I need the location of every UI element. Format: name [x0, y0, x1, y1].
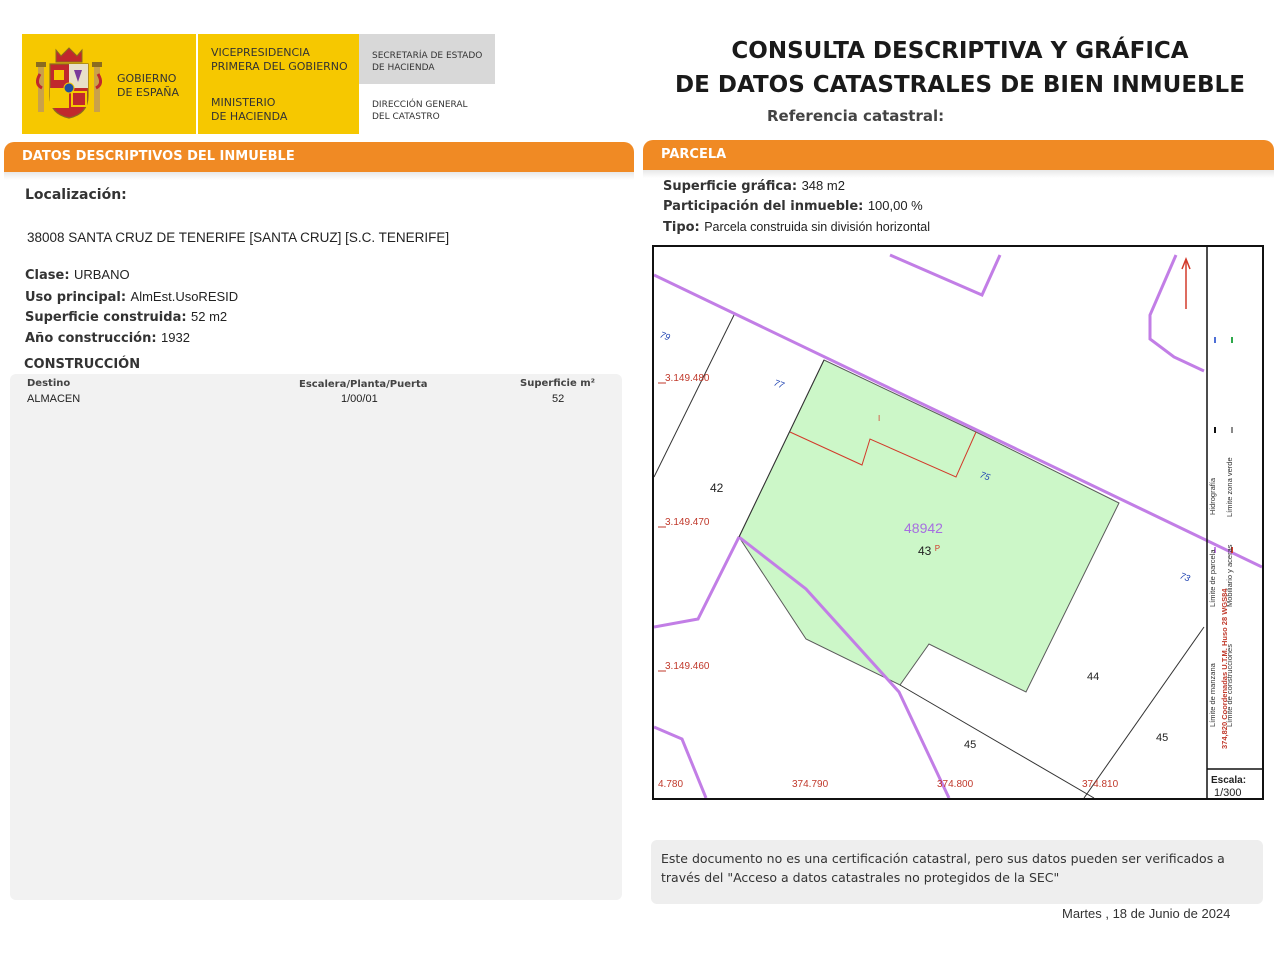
coordinate-system-label: 374,820 Coordenadas U.T.M. Huso 28 WGS84: [1220, 588, 1229, 749]
construction-mark: I: [878, 414, 881, 423]
superficie-grafica-value: 348 m2: [801, 178, 845, 193]
neighbor-44: 44: [1087, 671, 1100, 683]
address-value: 38008 SANTA CRUZ DE TENERIFE [SANTA CRUZ…: [27, 230, 450, 245]
participacion-label: Participación del inmueble:: [663, 199, 864, 214]
tipo-label: Tipo:: [663, 220, 700, 235]
y-coord-2: 3.149.470: [665, 517, 710, 528]
secretaria-text: SECRETARÍA DE ESTADO DE HACIENDA: [372, 51, 483, 73]
superficie-grafica-label: Superficie gráfica:: [663, 179, 798, 194]
direccion-text: DIRECCIÓN GENERAL DEL CATASTRO: [372, 100, 468, 122]
map-legend: Hidrografía Límite zona verde Límite de …: [1178, 247, 1234, 727]
gobierno-text: GOBIERNO DE ESPAÑA: [117, 72, 180, 99]
coat-of-arms-icon: [35, 47, 103, 119]
uso-row: Uso principal: AlmEst.UsoRESID: [25, 288, 238, 306]
anio-label: Año construcción:: [25, 331, 157, 346]
parcel-id-label: 48942: [904, 520, 943, 536]
map-canvas: [654, 247, 1262, 798]
table-header-escalera: Escalera/Planta/Puerta: [299, 379, 428, 390]
vicepresidencia-text: VICEPRESIDENCIA PRIMERA DEL GOBIERNO: [211, 46, 348, 73]
disclaimer-text: Este documento no es una certificación c…: [661, 851, 1225, 885]
tipo-row: Tipo: Parcela construida sin división ho…: [663, 218, 930, 236]
document-title: CONSULTA DESCRIPTIVA Y GRÁFICA DE DATOS …: [675, 38, 1245, 98]
x-coord-4: 374.810: [1082, 779, 1119, 790]
table-header-superficie: Superficie m²: [520, 378, 596, 389]
uso-label: Uso principal:: [25, 290, 127, 305]
legend-zona-verde: Límite zona verde: [1225, 457, 1234, 517]
parcel-number-label: 43 P: [918, 544, 941, 558]
table-row-escalera: 1/00/01: [341, 393, 378, 405]
clase-value: URBANO: [73, 267, 130, 282]
cadastral-map[interactable]: 48942 43 P I 42 44 45 45 79 77 75 73 3.1…: [652, 245, 1264, 800]
neighbor-42: 42: [710, 481, 724, 495]
logo-divider: [196, 34, 198, 134]
table-header-destino: Destino: [27, 378, 71, 389]
anio-row: Año construcción: 1932: [25, 329, 190, 347]
clase-row: Clase: URBANO: [25, 266, 130, 284]
superficie-value: 52 m2: [191, 309, 228, 324]
escala-value: 1/300: [1214, 787, 1242, 799]
uso-value: AlmEst.UsoRESID: [130, 289, 239, 304]
legend-limite-parcela: Límite de parcela: [1208, 549, 1217, 607]
x-coord-2: 374.790: [792, 779, 829, 790]
construccion-title: CONSTRUCCIÓN: [24, 357, 141, 372]
header-shadow: [4, 172, 634, 180]
x-coord-3: 374.800: [937, 779, 974, 790]
datos-descriptivos-header: DATOS DESCRIPTIVOS DEL INMUEBLE: [4, 142, 634, 172]
legend-hidrografia: Hidrografía: [1208, 477, 1217, 515]
tipo-value: Parcela construida sin división horizont…: [704, 220, 931, 234]
y-coord-3: 3.149.460: [665, 661, 710, 672]
superficie-label: Superficie construida:: [25, 310, 187, 325]
y-coord-1: 3.149.480: [665, 373, 710, 384]
neighbor-45a: 45: [964, 739, 977, 751]
clase-label: Clase:: [25, 268, 70, 283]
ministerio-text: MINISTERIO DE HACIENDA: [211, 96, 288, 123]
participacion-value: 100,00 %: [867, 198, 923, 213]
localizacion-label: Localización:: [25, 187, 127, 203]
referencia-catastral-label: Referencia catastral:: [767, 107, 945, 125]
anio-value: 1932: [161, 330, 190, 345]
construccion-table: [10, 374, 622, 900]
table-row-destino: ALMACEN: [27, 393, 81, 405]
neighbor-45b: 45: [1156, 732, 1169, 744]
participacion-row: Participación del inmueble: 100,00 %: [663, 197, 923, 215]
escala-label: Escala:: [1211, 775, 1247, 786]
x-coord-1: 4.780: [658, 779, 684, 790]
document-date: Martes , 18 de Junio de 2024: [1062, 906, 1231, 921]
superficie-grafica-row: Superficie gráfica: 348 m2: [663, 177, 845, 195]
parcela-header: PARCELA: [643, 140, 1274, 170]
legend-limite-manzana: Límite de manzana: [1208, 663, 1217, 727]
table-row-superficie: 52: [552, 393, 565, 405]
superficie-row: Superficie construida: 52 m2: [25, 308, 227, 326]
